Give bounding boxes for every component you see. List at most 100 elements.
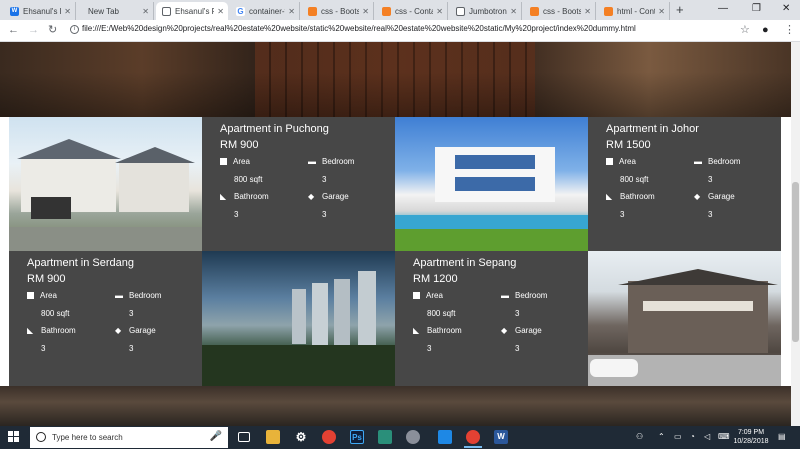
house-photo-1[interactable] xyxy=(9,117,202,251)
tab-8[interactable]: css - Boots ✕ xyxy=(524,2,596,20)
listing-card-sepang[interactable]: Apartment in Sepang RM 1200 Area ▬ Bedroo… xyxy=(395,251,588,386)
chrome-active-icon[interactable] xyxy=(464,430,482,448)
forward-button[interactable]: → xyxy=(28,23,39,37)
listing-card-serdang[interactable]: Apartment in Serdang RM 900 Area ▬ Bedroo… xyxy=(9,251,202,386)
microphone-icon[interactable]: 🎤 xyxy=(210,431,222,442)
bathroom-value: 3 xyxy=(427,344,432,353)
tab-label: Jumbotron xyxy=(469,6,507,16)
close-icon[interactable]: ✕ xyxy=(658,7,665,16)
tab-7[interactable]: Jumbotron ✕ xyxy=(450,2,522,20)
word-icon[interactable]: W xyxy=(494,430,508,444)
battery-icon[interactable]: ▭ xyxy=(674,432,682,441)
checkbox-icon xyxy=(606,158,613,165)
tab-label: css - Bootst xyxy=(321,6,360,16)
scrollbar-thumb[interactable] xyxy=(792,182,799,342)
url-field[interactable]: file:///E:/Web%20design%20projects/real%… xyxy=(82,24,636,33)
bathroom-feature: ◣ Bathroom xyxy=(220,192,269,201)
taskbar-clock[interactable]: 7:09 PM 10/28/2018 xyxy=(730,428,772,446)
cortana-icon xyxy=(36,432,46,442)
wifi-icon[interactable]: ◔ xyxy=(690,432,695,441)
close-window-button[interactable]: ✕ xyxy=(782,2,790,16)
photoshop-icon[interactable]: Ps xyxy=(350,430,364,444)
restore-button[interactable]: ❐ xyxy=(752,2,761,16)
house-photo-2[interactable] xyxy=(395,117,588,251)
garage-value: 3 xyxy=(322,210,327,219)
info-icon[interactable]: i xyxy=(70,25,79,34)
close-icon[interactable]: ✕ xyxy=(142,7,149,16)
file-explorer-icon[interactable] xyxy=(266,430,280,444)
windows-start-icon[interactable] xyxy=(8,431,20,443)
tab-3-active[interactable]: Ehsanul's R ✕ xyxy=(156,2,228,20)
vertical-scrollbar[interactable] xyxy=(791,42,800,426)
listing-card-johor[interactable]: Apartment in Johor RM 1500 Area ▬ Bedroom… xyxy=(588,117,781,251)
garage-value: 3 xyxy=(708,210,713,219)
listing-title: Apartment in Sepang xyxy=(413,257,517,269)
listing-price: RM 1500 xyxy=(606,139,651,151)
close-icon[interactable]: ✕ xyxy=(217,7,224,16)
new-tab-button[interactable]: + xyxy=(676,2,684,18)
tab-5[interactable]: css - Bootst ✕ xyxy=(302,2,374,20)
listing-price: RM 900 xyxy=(27,273,66,285)
chevron-up-icon[interactable]: ⌃ xyxy=(658,432,665,441)
bathroom-feature: ◣ Bathroom xyxy=(606,192,655,201)
listing-title: Apartment in Johor xyxy=(606,123,699,135)
stackoverflow-icon xyxy=(604,6,613,16)
tab-6[interactable]: css - Conta ✕ xyxy=(376,2,448,20)
language-icon[interactable]: ⌨ xyxy=(718,432,730,441)
stackoverflow-icon xyxy=(382,6,391,16)
google-icon: G xyxy=(236,6,245,16)
close-icon[interactable]: ✕ xyxy=(64,7,71,16)
tab-4[interactable]: G container-f ✕ xyxy=(230,2,300,20)
chrome-icon[interactable] xyxy=(322,430,336,444)
tab-label: container-f xyxy=(249,6,286,16)
notification-icon[interactable]: ▤ xyxy=(778,432,786,441)
windows-taskbar: Type here to search 🎤 ⚙ Ps W ⚇ ⌃ ▭ ◔ ◁ ⌨… xyxy=(0,426,800,449)
stackoverflow-icon xyxy=(308,6,317,16)
app-icon-2[interactable] xyxy=(406,430,420,444)
area-feature: Area xyxy=(220,157,250,166)
bed-icon: ▬ xyxy=(694,157,702,166)
app-icon[interactable] xyxy=(378,430,392,444)
garage-feature: ◆ Garage xyxy=(115,326,156,335)
tab-label: html - Cont xyxy=(617,6,656,16)
settings-gear-icon[interactable]: ⚙ xyxy=(294,430,308,444)
close-icon[interactable]: ✕ xyxy=(362,7,369,16)
listing-card-puchong[interactable]: Apartment in Puchong RM 900 Area ▬ Bedroo… xyxy=(202,117,395,251)
house-photo-3[interactable] xyxy=(588,251,781,386)
reload-button[interactable]: ↻ xyxy=(48,23,57,37)
car-icon: ◆ xyxy=(308,192,315,201)
garage-feature: ◆ Garage xyxy=(501,326,542,335)
checkbox-icon xyxy=(413,292,420,299)
people-icon[interactable]: ⚇ xyxy=(636,432,643,441)
car-icon: ◆ xyxy=(115,326,122,335)
volume-icon[interactable]: ◁ xyxy=(704,432,710,441)
tab-9[interactable]: html - Cont ✕ xyxy=(598,2,670,20)
bookmark-star-icon[interactable]: ☆ xyxy=(740,23,750,37)
area-feature: Area xyxy=(606,157,636,166)
back-button[interactable]: ← xyxy=(8,23,19,37)
bathtub-icon: ◣ xyxy=(413,326,420,335)
footer-image xyxy=(0,386,791,426)
menu-icon[interactable]: ⋮ xyxy=(784,23,795,37)
bathtub-icon: ◣ xyxy=(220,192,227,201)
page-viewport: Apartment in Puchong RM 900 Area ▬ Bedroo… xyxy=(0,42,791,426)
area-value: 800 sqft xyxy=(234,175,263,184)
page-icon xyxy=(162,6,171,16)
task-view-icon[interactable] xyxy=(238,432,250,442)
close-icon[interactable]: ✕ xyxy=(510,7,517,16)
close-icon[interactable]: ✕ xyxy=(288,7,295,16)
profile-icon[interactable]: ● xyxy=(762,23,769,37)
app-icon-3[interactable] xyxy=(438,430,452,444)
minimize-button[interactable]: — xyxy=(718,2,728,16)
bathroom-feature: ◣ Bathroom xyxy=(413,326,462,335)
tower-photo[interactable] xyxy=(202,251,395,386)
taskbar-search-box[interactable]: Type here to search 🎤 xyxy=(30,427,228,448)
area-value: 800 sqft xyxy=(41,309,70,318)
tab-label: Ehsanul's R xyxy=(23,6,62,16)
bathroom-value: 3 xyxy=(41,344,46,353)
close-icon[interactable]: ✕ xyxy=(584,7,591,16)
close-icon[interactable]: ✕ xyxy=(436,7,443,16)
bathroom-value: 3 xyxy=(620,210,625,219)
tab-1[interactable]: W Ehsanul's R ✕ xyxy=(4,2,76,20)
tab-2[interactable]: New Tab ✕ xyxy=(78,2,154,20)
